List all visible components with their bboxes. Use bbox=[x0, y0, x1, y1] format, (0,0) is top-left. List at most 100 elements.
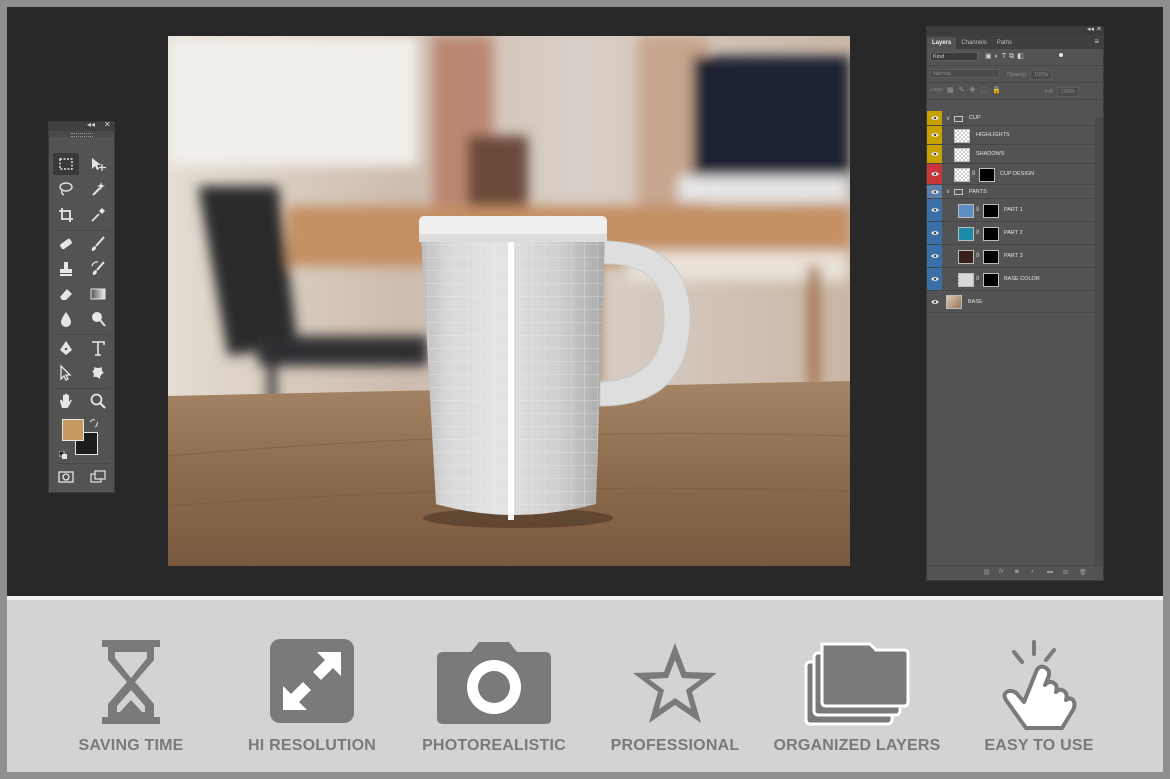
opacity-input[interactable]: 100% bbox=[1030, 70, 1053, 80]
marquee-tool-icon[interactable] bbox=[53, 153, 79, 175]
crop-tool-icon[interactable] bbox=[53, 204, 79, 226]
blur-tool-icon[interactable] bbox=[53, 308, 79, 330]
dodge-tool-icon[interactable] bbox=[85, 308, 111, 330]
opacity-label: Opacity: bbox=[1007, 72, 1028, 78]
collapse-icon[interactable]: ◂◂ bbox=[1087, 27, 1094, 33]
mask-link-icon[interactable]: 8 bbox=[976, 230, 979, 236]
layer-mask-thumbnail[interactable] bbox=[979, 167, 995, 182]
visibility-eye-icon[interactable] bbox=[927, 145, 942, 163]
tools-separator bbox=[55, 230, 109, 231]
tap-hand-icon bbox=[996, 638, 1082, 735]
eyedropper-tool-icon[interactable] bbox=[85, 204, 111, 226]
swap-colors-icon[interactable] bbox=[89, 415, 98, 428]
layer-mask-thumbnail[interactable] bbox=[983, 226, 999, 241]
mask-link-icon[interactable]: 8 bbox=[976, 207, 979, 213]
layer-row[interactable]: 8 PART 3 bbox=[927, 245, 1095, 268]
delete-layer-icon[interactable]: 🗑 bbox=[1079, 569, 1087, 576]
lasso-tool-icon[interactable] bbox=[53, 178, 79, 200]
default-colors-icon[interactable] bbox=[58, 447, 68, 459]
filter-row: Kind ▣◐T⧉◧ bbox=[927, 49, 1103, 66]
layer-row[interactable]: 8 BASE COLOR bbox=[927, 268, 1095, 291]
foreground-color-swatch[interactable] bbox=[62, 419, 84, 441]
mask-link-icon[interactable]: 8 bbox=[976, 253, 979, 259]
mask-link-icon[interactable]: 8 bbox=[972, 171, 975, 177]
layer-row[interactable]: HIGHLIGHTS bbox=[927, 126, 1095, 145]
opacity-control: Opacity: 100% bbox=[1007, 70, 1053, 80]
custom-shape-tool-icon[interactable] bbox=[85, 362, 111, 384]
lock-icons[interactable]: ▦✎✥⬚🔒 bbox=[947, 86, 1006, 94]
pen-tool-icon[interactable] bbox=[53, 337, 79, 359]
type-tool-icon[interactable] bbox=[85, 337, 111, 359]
layer-row[interactable]: 8 PART 1 bbox=[927, 199, 1095, 222]
filter-toggle-icon[interactable] bbox=[1059, 53, 1063, 57]
new-group-icon[interactable]: ▬ bbox=[1047, 569, 1053, 575]
layer-row[interactable]: ∨ CUP bbox=[927, 111, 1095, 126]
history-brush-tool-icon[interactable] bbox=[85, 258, 111, 280]
collapse-icon[interactable]: ◂◂ bbox=[87, 120, 95, 129]
path-selection-tool-icon[interactable] bbox=[53, 362, 79, 384]
tab-paths[interactable]: Paths bbox=[992, 37, 1017, 49]
blend-mode-select[interactable]: Normal bbox=[930, 69, 1000, 78]
fx-icon[interactable]: fx bbox=[999, 569, 1004, 575]
layer-row[interactable]: ∨ PARTS bbox=[927, 185, 1095, 199]
document-canvas[interactable] bbox=[168, 36, 850, 566]
layer-row[interactable]: SHADOWS bbox=[927, 145, 1095, 164]
eraser-tool-icon[interactable] bbox=[53, 283, 79, 305]
feature-hi-resolution: HI RESOLUTION bbox=[217, 600, 407, 772]
expand-caret-icon[interactable]: ∨ bbox=[946, 188, 950, 195]
tab-layers[interactable]: Layers bbox=[927, 37, 957, 49]
move-tool-icon[interactable] bbox=[85, 153, 111, 175]
expand-arrows-icon bbox=[269, 638, 355, 729]
zoom-tool-icon[interactable] bbox=[85, 390, 111, 412]
tools-panel-header: ◂◂ ✕ bbox=[49, 120, 114, 131]
visibility-eye-icon[interactable] bbox=[927, 291, 942, 312]
tab-channels[interactable]: Channels bbox=[956, 37, 991, 49]
visibility-eye-icon[interactable] bbox=[927, 164, 942, 184]
hand-tool-icon[interactable] bbox=[53, 390, 79, 412]
visibility-eye-icon[interactable] bbox=[927, 199, 942, 221]
layer-row[interactable]: BASE bbox=[927, 291, 1095, 313]
add-mask-icon[interactable]: ◙ bbox=[1015, 569, 1019, 575]
filter-kind-select[interactable]: Kind bbox=[930, 52, 978, 61]
layer-mask-thumbnail[interactable] bbox=[983, 249, 999, 264]
layer-thumbnail bbox=[958, 203, 974, 218]
brush-tool-icon[interactable] bbox=[85, 233, 111, 255]
layer-name: PART 2 bbox=[1004, 230, 1023, 236]
quick-mask-icon[interactable] bbox=[53, 466, 79, 488]
feature-organized-layers: ORGANIZED LAYERS bbox=[762, 600, 952, 772]
new-layer-icon[interactable]: ⊞ bbox=[1063, 569, 1068, 576]
layers-panel-tabs: Layers Channels Paths ≡ bbox=[927, 35, 1103, 49]
feature-label: EASY TO USE bbox=[984, 737, 1094, 754]
photoshop-workspace: ◂◂ ✕ ◂◂ ✕ Layers Channels Paths ≡ Kind ▣… bbox=[7, 7, 1163, 596]
visibility-eye-icon[interactable] bbox=[927, 245, 942, 267]
visibility-eye-icon[interactable] bbox=[927, 268, 942, 290]
adjustment-layer-icon[interactable]: ◐ bbox=[1031, 569, 1035, 575]
fill-input[interactable]: 100% bbox=[1056, 87, 1079, 97]
folder-icon bbox=[954, 189, 963, 195]
link-layers-icon[interactable]: ⛓ bbox=[983, 569, 991, 576]
clone-stamp-tool-icon[interactable] bbox=[53, 258, 79, 280]
expand-caret-icon[interactable]: ∨ bbox=[946, 115, 950, 122]
magic-wand-tool-icon[interactable] bbox=[85, 178, 111, 200]
screen-mode-icon[interactable] bbox=[85, 466, 111, 488]
panel-menu-icon[interactable]: ≡ bbox=[1094, 37, 1099, 46]
layer-row[interactable]: 8 PART 2 bbox=[927, 222, 1095, 245]
visibility-eye-icon[interactable] bbox=[927, 111, 942, 125]
visibility-eye-icon[interactable] bbox=[927, 185, 942, 198]
healing-brush-tool-icon[interactable] bbox=[53, 233, 79, 255]
layer-name: PART 3 bbox=[1004, 253, 1023, 259]
drag-grip[interactable] bbox=[49, 131, 114, 137]
filter-type-icons[interactable]: ▣◐T⧉◧ bbox=[985, 52, 1027, 61]
gradient-tool-icon[interactable] bbox=[85, 283, 111, 305]
layers-scrollbar[interactable] bbox=[1095, 117, 1103, 567]
layer-mask-thumbnail[interactable] bbox=[983, 203, 999, 218]
layer-mask-thumbnail[interactable] bbox=[983, 272, 999, 287]
visibility-eye-icon[interactable] bbox=[927, 126, 942, 144]
layer-row[interactable]: 8 CUP DESIGN bbox=[927, 164, 1095, 185]
mask-link-icon[interactable]: 8 bbox=[976, 276, 979, 282]
feature-easy-to-use: EASY TO USE bbox=[944, 600, 1134, 772]
visibility-eye-icon[interactable] bbox=[927, 222, 942, 244]
close-icon[interactable]: ✕ bbox=[1096, 27, 1102, 33]
feature-label: PHOTOREALISTIC bbox=[422, 737, 566, 754]
close-icon[interactable]: ✕ bbox=[104, 120, 111, 129]
